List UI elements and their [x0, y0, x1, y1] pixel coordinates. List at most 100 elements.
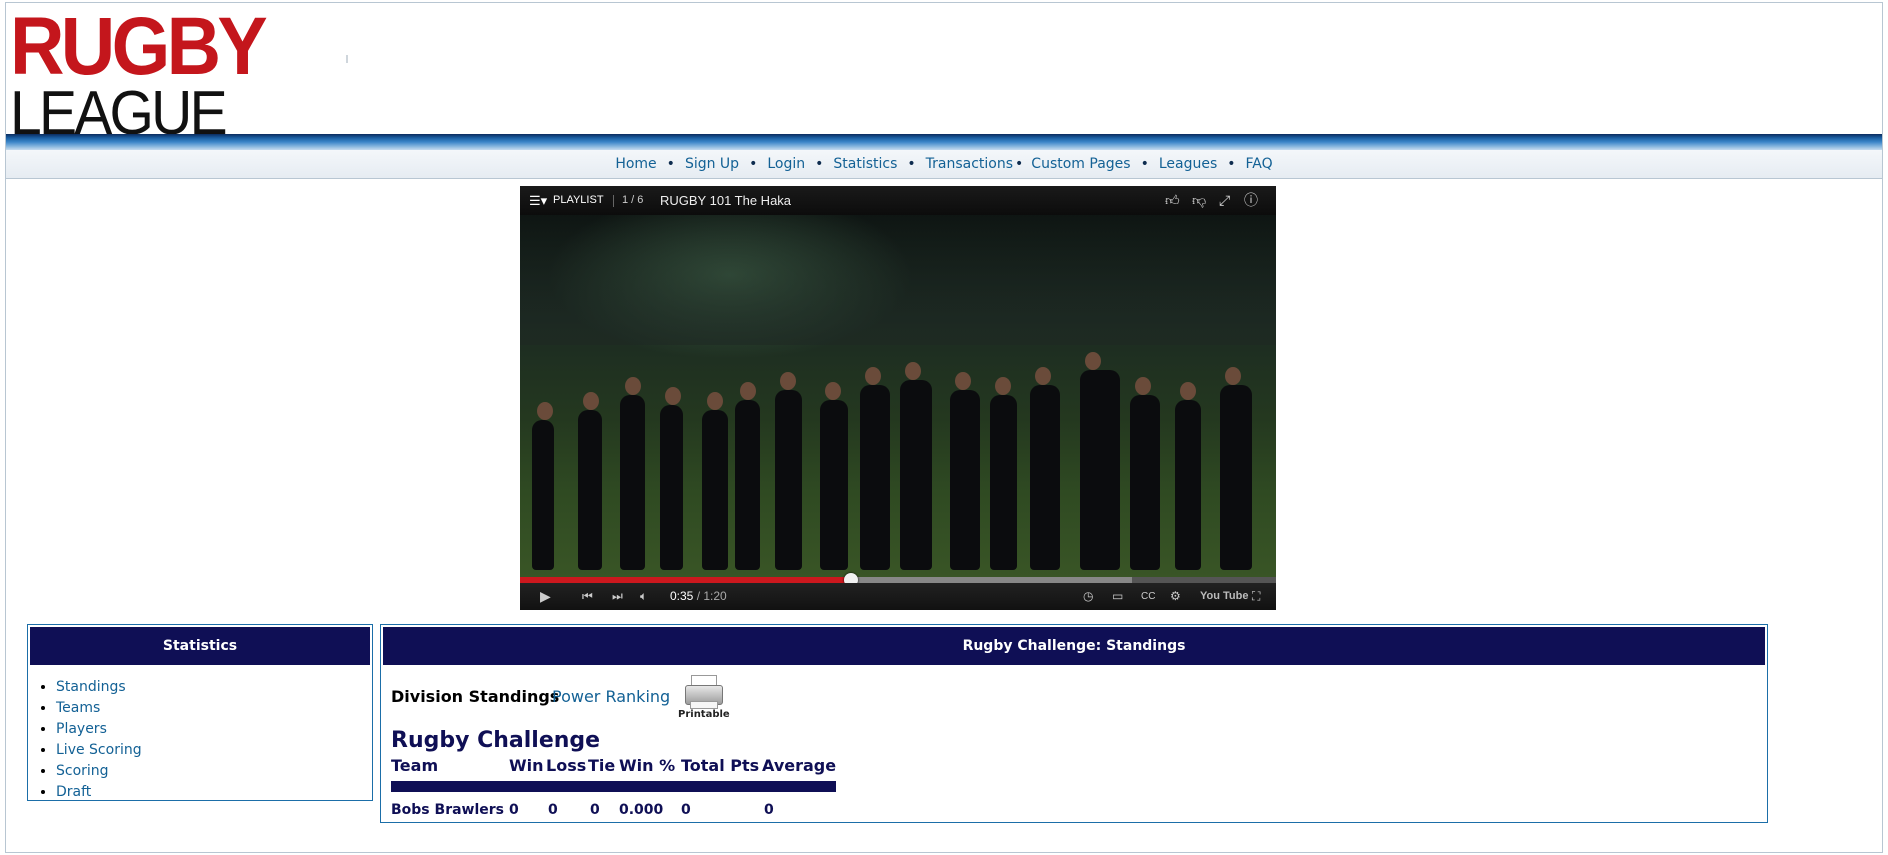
- col-average: Average: [762, 756, 837, 775]
- nav-login[interactable]: Login: [767, 156, 805, 172]
- player-silhouette: [900, 362, 932, 570]
- player-silhouette: [950, 372, 980, 570]
- printable-label: Printable: [678, 709, 730, 720]
- player-silhouette: [1175, 382, 1201, 570]
- header-band: [6, 134, 1882, 150]
- player-silhouette: [820, 382, 848, 570]
- duration: / 1:20: [693, 589, 727, 603]
- main-nav: Home • Sign Up • Login • Statistics • Transactio…: [6, 150, 1882, 179]
- statistics-panel-title: Statistics: [30, 627, 370, 665]
- player-silhouette: [1130, 377, 1160, 570]
- previous-icon[interactable]: ⏮: [582, 583, 593, 610]
- share-icon[interactable]: ⤢: [1219, 186, 1230, 215]
- list-item: Players: [56, 719, 372, 740]
- nav-leagues[interactable]: Leagues: [1159, 156, 1217, 172]
- nav-home[interactable]: Home: [615, 156, 656, 172]
- col-win-pct: Win %: [619, 756, 676, 775]
- header-bar: [391, 781, 837, 792]
- printer-tray: [690, 701, 718, 709]
- time-display: 0:35 / 1:20: [670, 583, 727, 610]
- player-silhouette: [860, 367, 890, 570]
- cell-team[interactable]: Bobs Brawlers: [391, 792, 509, 818]
- nav-faq[interactable]: FAQ: [1246, 156, 1273, 172]
- like-icon[interactable]: 👍︎: [1165, 186, 1180, 215]
- youtube-logo[interactable]: You Tube: [1200, 583, 1248, 610]
- nav-separator: •: [1015, 156, 1024, 172]
- table-header-bar: [391, 781, 837, 792]
- settings-icon[interactable]: ⚙: [1170, 583, 1181, 610]
- standings-panel-title: Rugby Challenge: Standings: [383, 627, 1765, 665]
- nav-separator: •: [1140, 156, 1149, 172]
- player-silhouette: [1080, 352, 1120, 570]
- playlist-label[interactable]: PLAYLIST: [553, 186, 604, 215]
- captions-icon[interactable]: CC: [1141, 583, 1155, 610]
- next-icon[interactable]: ⏭: [612, 583, 623, 610]
- cell-win-pct: 0.000: [619, 802, 664, 818]
- video-top-bar: ☰▾ PLAYLIST 1 / 6 RUGBY 101 The Haka 👍︎ …: [520, 186, 1276, 215]
- cell-average: 0: [764, 802, 774, 818]
- player-silhouette: [660, 387, 683, 570]
- player-silhouette: [702, 392, 728, 570]
- table-row: Bobs Brawlers 0 0 0 0.000 0 0: [391, 792, 836, 818]
- power-ranking-link[interactable]: Power Ranking: [552, 687, 670, 706]
- standings-table: Team Win Loss Tie Win % Total Pts Averag…: [391, 756, 837, 818]
- col-win: Win: [509, 756, 544, 775]
- cell-total-pts: 0: [681, 802, 691, 818]
- nav-separator: •: [749, 156, 758, 172]
- statistics-panel: Statistics Standings Teams Players Live …: [27, 624, 373, 801]
- nav-separator: •: [907, 156, 916, 172]
- statistics-links: Standings Teams Players Live Scoring Sco…: [28, 677, 372, 803]
- link-live-scoring[interactable]: Live Scoring: [56, 742, 142, 758]
- cell-win: 0: [509, 802, 519, 818]
- player-silhouette: [532, 402, 554, 570]
- cell-loss: 0: [548, 802, 558, 818]
- playlist-divider: [613, 195, 614, 207]
- video-player[interactable]: ☰▾ PLAYLIST 1 / 6 RUGBY 101 The Haka 👍︎ …: [520, 186, 1276, 610]
- video-title[interactable]: RUGBY 101 The Haka: [660, 186, 791, 215]
- link-teams[interactable]: Teams: [56, 700, 100, 716]
- link-players[interactable]: Players: [56, 721, 107, 737]
- col-tie: Tie: [588, 756, 616, 775]
- watch-later-icon[interactable]: ◷: [1083, 583, 1093, 610]
- list-item: Live Scoring: [56, 740, 372, 761]
- link-scoring[interactable]: Scoring: [56, 763, 109, 779]
- player-silhouette: [735, 382, 760, 570]
- list-item: Draft: [56, 782, 372, 803]
- division-standings-label: Division Standings: [391, 687, 560, 706]
- nav-sign-up[interactable]: Sign Up: [685, 156, 739, 172]
- current-time: 0:35: [670, 589, 694, 603]
- logo-line-1: RUGBY: [10, 1, 268, 92]
- printable-button[interactable]: Printable: [678, 673, 730, 725]
- player-silhouette: [578, 392, 602, 570]
- list-item: Teams: [56, 698, 372, 719]
- dislike-icon[interactable]: 👎︎: [1192, 186, 1206, 215]
- list-item: Scoring: [56, 761, 372, 782]
- player-silhouette: [1030, 367, 1060, 570]
- site-logo[interactable]: RUGBY LEAGUE: [10, 6, 268, 145]
- nav-separator: •: [666, 156, 675, 172]
- nav-separator: •: [815, 156, 824, 172]
- play-icon[interactable]: ▶: [540, 583, 551, 610]
- video-controls: ▶ ⏮ ⏭ 🔈︎ 0:35 / 1:20 ◷ ▭ CC ⚙ You Tube ⛶: [520, 583, 1276, 610]
- nav-transactions[interactable]: Transactions: [926, 156, 1013, 172]
- link-standings[interactable]: Standings: [56, 679, 126, 695]
- nav-statistics[interactable]: Statistics: [833, 156, 897, 172]
- playlist-icon[interactable]: ☰▾: [529, 186, 547, 215]
- cell-tie: 0: [590, 802, 600, 818]
- video-stadium-backdrop: [520, 215, 1276, 345]
- nav-custom-pages[interactable]: Custom Pages: [1031, 156, 1130, 172]
- info-icon[interactable]: ⓘ: [1244, 186, 1258, 215]
- nav-separator: •: [1227, 156, 1236, 172]
- player-silhouette: [620, 377, 645, 570]
- player-silhouette: [775, 372, 802, 570]
- fullscreen-icon[interactable]: ⛶: [1252, 583, 1260, 610]
- player-silhouette: [1220, 367, 1252, 570]
- link-draft[interactable]: Draft: [56, 784, 91, 800]
- miniplayer-icon[interactable]: ▭: [1112, 583, 1123, 610]
- col-team: Team: [391, 756, 439, 775]
- volume-icon[interactable]: 🔈︎: [640, 583, 647, 610]
- list-item: Standings: [56, 677, 372, 698]
- standings-panel: Rugby Challenge: Standings Division Stan…: [380, 624, 1768, 823]
- player-silhouette: [990, 377, 1017, 570]
- table-header-row: Team Win Loss Tie Win % Total Pts Averag…: [391, 756, 836, 781]
